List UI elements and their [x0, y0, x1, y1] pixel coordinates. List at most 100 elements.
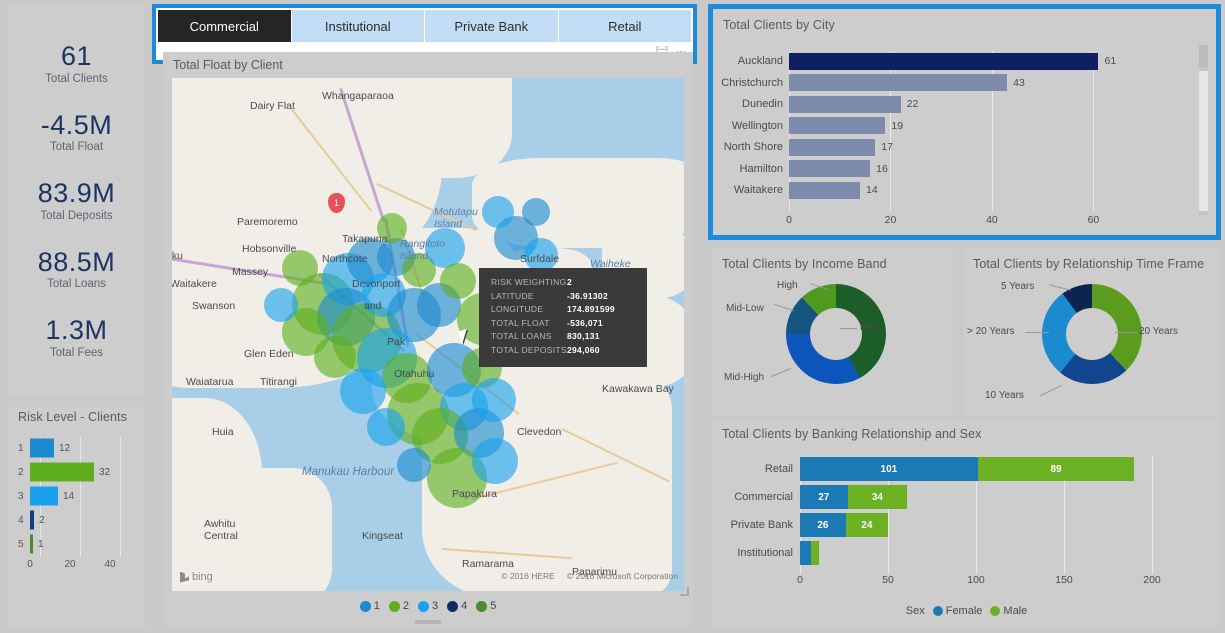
stacked-row[interactable]: Commercial 27 34	[734, 484, 908, 510]
city-bar[interactable]	[789, 95, 901, 113]
city-row[interactable]: Auckland 61	[738, 51, 1116, 71]
income-band-donut-card[interactable]: Total Clients by Income Band Mid Mid-Hig…	[712, 248, 959, 416]
map-resize-handle[interactable]	[680, 587, 689, 596]
tooltip-value: 174.891599	[567, 304, 615, 314]
city-chart-scroll-up[interactable]	[1199, 45, 1208, 67]
risk-level-category: 3	[18, 490, 24, 502]
stacked-segment-female[interactable]: 101	[800, 457, 978, 481]
kpi-panel: 61 Total Clients -4.5M Total Float 83.9M…	[8, 6, 145, 395]
city-bar[interactable]	[789, 181, 861, 199]
kpi-total-clients: 61 Total Clients	[45, 42, 108, 85]
income-label-mid-low: Mid-Low	[726, 303, 764, 314]
stacked-segment-female[interactable]: 26	[800, 513, 846, 537]
risk-bar[interactable]	[30, 534, 33, 554]
city-bar[interactable]	[789, 117, 886, 134]
stacked-chart-title: Total Clients by Banking Relationship an…	[722, 427, 982, 441]
legend-label: 1	[373, 600, 380, 612]
legend-item-female[interactable]: Female	[932, 605, 982, 617]
stacked-segment-male[interactable]: 24	[845, 513, 888, 537]
stacked-category-label: Retail	[764, 463, 793, 475]
slicer-tab-commercial[interactable]: Commercial	[158, 10, 292, 42]
risk-bar[interactable]	[30, 510, 34, 530]
risk-level-row[interactable]: 42	[18, 509, 45, 531]
total-float-map-card[interactable]: Total Float by Client Dairy Flat Whangap…	[163, 52, 693, 626]
kpi-total-loans: 88.5M Total Loans	[38, 247, 116, 290]
risk-level-row[interactable]: 1 12	[18, 437, 70, 459]
stacked-row[interactable]: Retail 101 89	[765, 456, 1135, 482]
stacked-row[interactable]: Institutional	[737, 540, 820, 566]
risk-axis-tick: 40	[104, 559, 116, 570]
tooltip-row: Longitude 174.891599	[491, 304, 637, 314]
tooltip-key: Risk Weighting	[491, 277, 567, 287]
legend-color-dot	[990, 606, 1001, 616]
stacked-axis-tick: 200	[1143, 574, 1161, 586]
slicer-tab-list[interactable]: Commercial Institutional Private Bank Retai…	[158, 10, 691, 42]
city-name-label: Waitakere	[733, 184, 783, 196]
bing-mark-icon	[180, 571, 189, 583]
legend-item-male[interactable]: Male	[990, 605, 1027, 617]
risk-axis-tick: 0	[27, 559, 33, 570]
stacked-segment-male[interactable]: 34	[847, 485, 908, 509]
risk-level-category: 5	[18, 538, 24, 550]
map-viewport[interactable]: Dairy Flat Whangaparaoa Paremoremo Hobso…	[172, 78, 684, 591]
risk-bar-wrap	[30, 533, 110, 555]
stacked-chart-x-axis: 0 50 100 150 200	[797, 574, 1161, 588]
map-legend-item[interactable]: 1	[359, 600, 380, 612]
slicer-tab-institutional[interactable]: Institutional	[291, 10, 425, 42]
income-band-donut[interactable]	[785, 284, 886, 384]
city-bar[interactable]	[789, 138, 876, 156]
stacked-axis-tick: 150	[1055, 574, 1073, 586]
map-legend-item[interactable]: 2	[388, 600, 409, 612]
legend-color-dot	[417, 600, 429, 612]
risk-level-chart-card[interactable]: Risk Level - Clients 1 12 2 32 3 14 4 2 5 1 0 20 40	[8, 401, 145, 626]
risk-level-category: 2	[18, 466, 24, 478]
map-tooltip: Risk Weighting 2 Latitude -36.91302 Longitud…	[479, 268, 647, 367]
city-name-label: North Shore	[723, 141, 783, 153]
city-row[interactable]: Dunedin 22	[742, 94, 918, 114]
risk-level-row[interactable]: 2 32	[18, 461, 110, 483]
stacked-category-label: Commercial	[734, 491, 793, 503]
map-legend-item[interactable]: 4	[447, 600, 467, 612]
city-chart-scrollbar[interactable]	[1199, 45, 1208, 215]
total-clients-by-city-card[interactable]: Total Clients by City Auckland 61 Christch…	[708, 4, 1221, 240]
legend-title: Sex	[905, 605, 925, 617]
slicer-tab-private-bank[interactable]: Private Bank	[425, 10, 559, 42]
city-row[interactable]: Wellington 19	[732, 116, 903, 136]
legend-label: Male	[1003, 605, 1028, 617]
city-bar[interactable]	[789, 52, 1099, 70]
legend-label: 5	[490, 600, 497, 612]
tooltip-key: Total Deposits	[491, 344, 567, 355]
city-bar[interactable]	[789, 74, 1008, 91]
stacked-segment-male[interactable]: 89	[977, 457, 1135, 481]
legend-label: 2	[402, 600, 409, 612]
city-row[interactable]: Waitakere 14	[734, 180, 878, 200]
city-row[interactable]: Christchurch 43	[721, 73, 1025, 93]
stacked-axis-tick: 0	[797, 574, 803, 586]
stacked-row[interactable]: Private Bank 26 24	[731, 512, 888, 538]
risk-bar[interactable]	[30, 438, 54, 458]
stacked-segment-female[interactable]: 27	[800, 485, 848, 509]
city-chart-scroll-thumb[interactable]	[1199, 71, 1208, 211]
banking-relationship-sex-card[interactable]: Total Clients by Banking Relationship an…	[712, 418, 1221, 626]
city-value-label: 16	[876, 162, 888, 175]
gridline	[1152, 456, 1153, 574]
map-legend-item[interactable]: 5	[476, 600, 496, 612]
map-legend[interactable]: 1 2 3 4 5	[163, 600, 693, 612]
map-scroll-handle[interactable]	[415, 620, 441, 624]
stacked-chart-legend[interactable]: Sex Female Male	[712, 605, 1221, 617]
stacked-segment-female[interactable]	[800, 541, 811, 565]
risk-bar[interactable]	[30, 486, 58, 506]
stacked-segment-male[interactable]	[810, 541, 820, 565]
risk-level-row[interactable]: 51	[18, 533, 44, 555]
slicer-tab-retail[interactable]: Retail	[558, 10, 691, 42]
map-legend-item[interactable]: 3	[417, 600, 438, 612]
risk-bar[interactable]	[30, 462, 94, 482]
kpi-label: Total Deposits	[40, 209, 113, 222]
relationship-timeframe-donut[interactable]	[1042, 284, 1142, 384]
relationship-timeframe-donut-card[interactable]: Total Clients by Relationship Time Frame…	[963, 248, 1221, 416]
city-row[interactable]: North Shore 17	[724, 137, 893, 157]
risk-level-row[interactable]: 3 14	[18, 485, 74, 507]
city-row[interactable]: Hamilton 16	[740, 159, 888, 179]
city-bar[interactable]	[789, 160, 871, 177]
tooltip-value: -36.91302	[567, 290, 608, 301]
